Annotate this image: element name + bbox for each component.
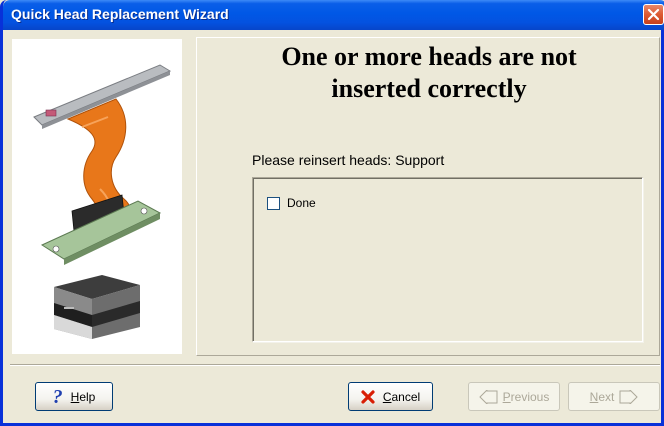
page-title: One or more heads are not inserted corre… — [199, 41, 659, 105]
help-button[interactable]: ? Help — [35, 382, 113, 411]
instructions-text: Please reinsert heads: Support — [252, 152, 445, 168]
cancel-button-label: Cancel — [382, 389, 421, 404]
cancel-button[interactable]: Cancel — [348, 382, 433, 411]
printer-illustration — [54, 275, 140, 339]
footer-separator — [10, 364, 660, 366]
question-mark-icon: ? — [52, 385, 63, 408]
done-checkbox-label[interactable]: Done — [287, 196, 316, 210]
next-button-label: Next — [589, 389, 615, 404]
close-button[interactable] — [643, 4, 664, 25]
next-button[interactable]: Next — [568, 382, 660, 411]
page-title-line-1: One or more heads are not — [281, 42, 577, 71]
previous-button[interactable]: Previous — [468, 382, 560, 411]
done-checkbox-row[interactable]: Done — [267, 195, 316, 211]
wizard-window: Quick Head Replacement Wizard One or mor… — [0, 0, 664, 426]
done-checkbox[interactable] — [267, 196, 280, 210]
help-button-label: Help — [70, 389, 96, 404]
window-title: Quick Head Replacement Wizard — [11, 6, 229, 22]
red-x-icon — [361, 389, 375, 404]
next-arrow-icon — [618, 389, 639, 404]
title-bar[interactable]: Quick Head Replacement Wizard — [3, 0, 664, 30]
page-title-line-2: inserted correctly — [331, 74, 527, 103]
illustration-panel — [12, 39, 182, 354]
previous-arrow-icon — [478, 389, 499, 404]
previous-button-label: Previous — [502, 389, 550, 404]
close-icon — [647, 8, 660, 21]
print-head-illustration — [33, 64, 172, 339]
